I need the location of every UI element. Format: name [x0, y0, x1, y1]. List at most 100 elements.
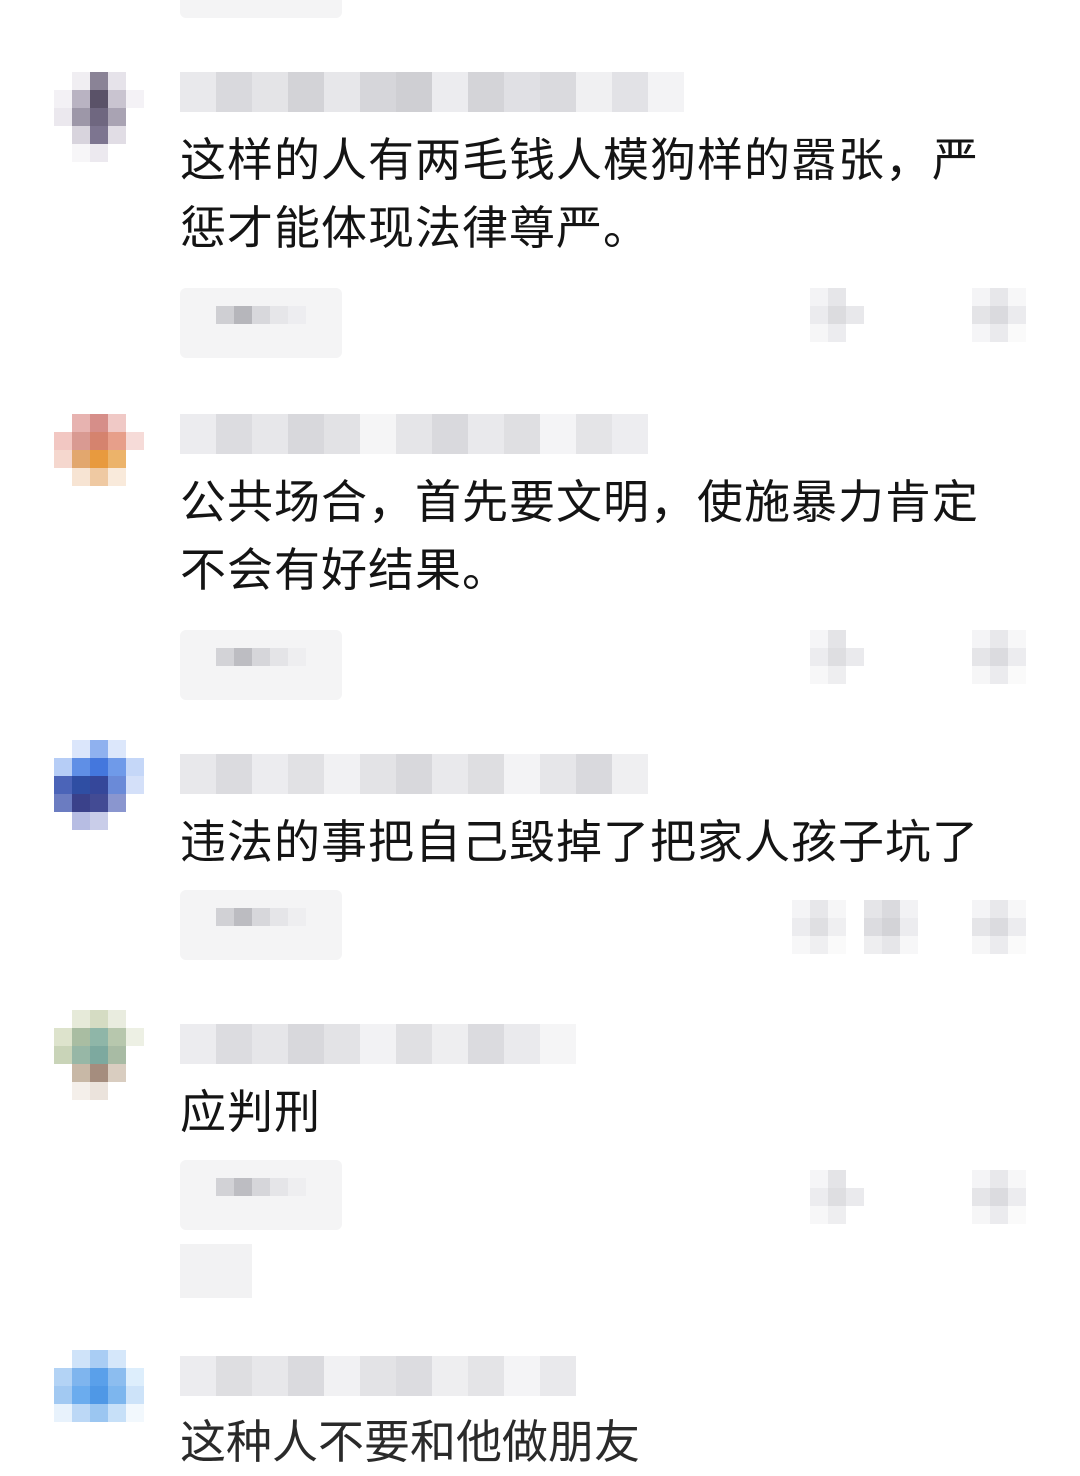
avatar-pixel — [72, 1386, 90, 1404]
avatar-pixel — [108, 414, 126, 432]
avatar-pixel — [54, 432, 72, 450]
avatar-pixel — [54, 740, 72, 758]
avatar-pixel — [126, 1064, 144, 1082]
reply-button[interactable] — [180, 288, 342, 358]
previous-reply-chip[interactable] — [180, 0, 342, 18]
avatar-pixel — [72, 1422, 90, 1440]
avatar-pixel — [108, 108, 126, 126]
avatar-pixel — [72, 1368, 90, 1386]
like-icon[interactable] — [810, 630, 864, 684]
avatar-pixel — [90, 450, 108, 468]
avatar-pixel — [126, 432, 144, 450]
avatar-pixel — [54, 126, 72, 144]
username-blurred[interactable] — [180, 72, 684, 112]
avatar-pixel — [90, 144, 108, 162]
avatar-pixel — [108, 126, 126, 144]
avatar-pixel — [90, 1046, 108, 1064]
avatar-pixel — [126, 1082, 144, 1100]
avatar-pixel — [90, 1010, 108, 1028]
avatar-pixel — [90, 72, 108, 90]
dislike-icon[interactable] — [972, 900, 1026, 954]
avatar-pixel — [90, 812, 108, 830]
reply-button[interactable] — [180, 890, 342, 960]
avatar-pixel — [126, 72, 144, 90]
avatar-pixel — [54, 486, 72, 504]
avatar-pixel — [108, 1064, 126, 1082]
avatar-pixel — [90, 1350, 108, 1368]
avatar-pixel — [72, 1064, 90, 1082]
avatar[interactable] — [54, 414, 144, 522]
avatar-pixel — [108, 758, 126, 776]
avatar[interactable] — [54, 1350, 144, 1458]
avatar-pixel — [72, 740, 90, 758]
avatar-pixel — [72, 812, 90, 830]
avatar-pixel — [72, 414, 90, 432]
avatar-pixel — [72, 72, 90, 90]
avatar-pixel — [108, 740, 126, 758]
avatar-pixel — [54, 468, 72, 486]
avatar-pixel — [72, 108, 90, 126]
avatar-pixel — [72, 144, 90, 162]
avatar-pixel — [108, 1028, 126, 1046]
avatar-pixel — [108, 776, 126, 794]
like-icon[interactable] — [810, 1170, 864, 1224]
reply-button[interactable] — [180, 630, 342, 700]
avatar-pixel — [72, 1350, 90, 1368]
avatar-pixel — [54, 90, 72, 108]
avatar-pixel — [108, 72, 126, 90]
avatar-pixel — [126, 776, 144, 794]
avatar-pixel — [90, 740, 108, 758]
avatar-pixel — [54, 108, 72, 126]
avatar-pixel — [90, 1064, 108, 1082]
avatar-pixel — [54, 1046, 72, 1064]
avatar-pixel — [54, 450, 72, 468]
avatar-pixel — [72, 486, 90, 504]
avatar-pixel — [126, 1350, 144, 1368]
avatar[interactable] — [54, 72, 144, 180]
username-blurred[interactable] — [180, 1356, 576, 1396]
avatar-pixel — [72, 1082, 90, 1100]
avatar-pixel — [126, 1404, 144, 1422]
username-blurred[interactable] — [180, 414, 648, 454]
avatar-pixel — [126, 758, 144, 776]
avatar-pixel — [72, 758, 90, 776]
avatar-pixel — [54, 1422, 72, 1440]
avatar[interactable] — [54, 1010, 144, 1118]
avatar-pixel — [108, 450, 126, 468]
avatar-pixel — [72, 776, 90, 794]
avatar-pixel — [90, 1404, 108, 1422]
dislike-icon[interactable] — [972, 1170, 1026, 1224]
more-replies-button[interactable] — [180, 1244, 252, 1298]
dislike-icon[interactable] — [972, 630, 1026, 684]
avatar-pixel — [54, 144, 72, 162]
like-icon[interactable] — [810, 288, 864, 342]
avatar-pixel — [54, 812, 72, 830]
avatar-pixel — [54, 1350, 72, 1368]
avatar-pixel — [90, 108, 108, 126]
avatar-pixel — [108, 486, 126, 504]
reply-button[interactable] — [180, 1160, 342, 1230]
comment-text: 这样的人有两毛钱人模狗样的嚣张，严 惩才能体现法律尊严。 — [180, 133, 979, 255]
avatar-pixel — [126, 1368, 144, 1386]
like-icon[interactable] — [792, 900, 918, 954]
avatar-pixel — [54, 1368, 72, 1386]
avatar-pixel — [126, 414, 144, 432]
avatar-pixel — [90, 1368, 108, 1386]
username-blurred[interactable] — [180, 754, 648, 794]
avatar-pixel — [108, 1350, 126, 1368]
avatar-pixel — [126, 740, 144, 758]
avatar-pixel — [126, 1028, 144, 1046]
avatar-pixel — [126, 486, 144, 504]
avatar-pixel — [54, 794, 72, 812]
username-blurred[interactable] — [180, 1024, 576, 1064]
avatar-pixel — [90, 776, 108, 794]
avatar-pixel — [90, 1422, 108, 1440]
avatar[interactable] — [54, 740, 144, 848]
avatar-pixel — [108, 144, 126, 162]
avatar-pixel — [72, 1046, 90, 1064]
avatar-pixel — [54, 1386, 72, 1404]
avatar-pixel — [126, 812, 144, 830]
dislike-icon[interactable] — [972, 288, 1026, 342]
avatar-pixel — [108, 1046, 126, 1064]
avatar-pixel — [108, 1404, 126, 1422]
